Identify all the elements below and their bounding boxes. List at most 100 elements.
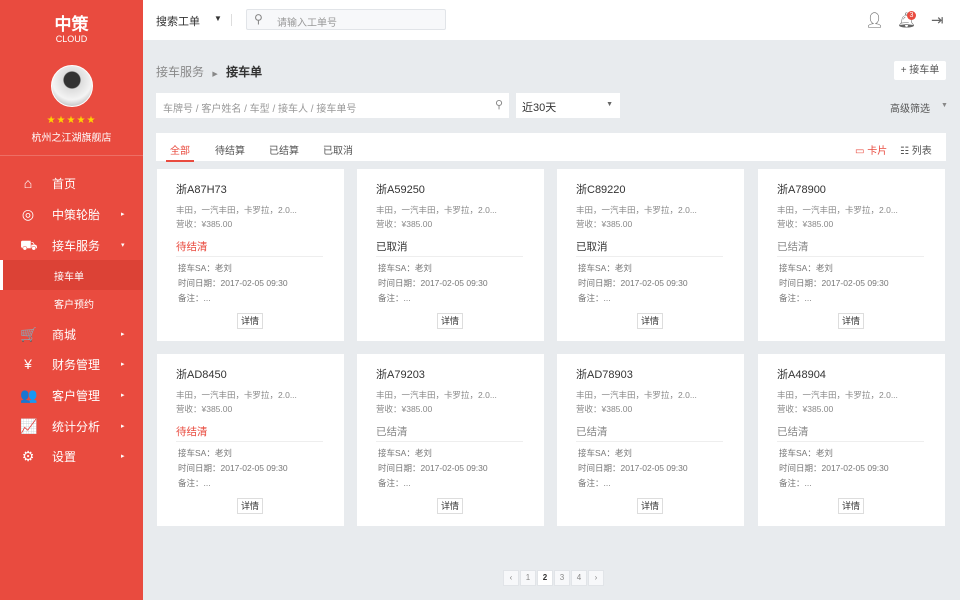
sidebar-item[interactable]: ⌂ 首页 — [0, 168, 143, 198]
details-button[interactable]: 详情 — [437, 313, 463, 329]
order-card: 浙A48904 丰田，一汽丰田，卡罗拉，2.0... 营收：¥385.00 已结… — [758, 354, 945, 526]
note: 备注：... — [378, 293, 411, 303]
caret-down-icon[interactable]: ▼ — [941, 102, 948, 109]
add-pickup-order-button[interactable]: + 接车单 — [894, 61, 946, 80]
service-advisor: 接车SA：老刘 — [578, 448, 632, 458]
chevron-icon: ▸ — [121, 423, 125, 430]
divider — [376, 441, 523, 442]
date-time: 时间日期：2017-02-05 09:30 — [378, 463, 488, 473]
details-button[interactable]: 详情 — [437, 498, 463, 514]
status-label: 待结清 — [176, 426, 208, 438]
note: 备注：... — [779, 478, 812, 488]
sidebar-item[interactable]: ⛟ 接车服务 ▾ — [0, 230, 143, 260]
next-page-button[interactable]: › — [588, 570, 604, 586]
plate-number: 浙AD8450 — [176, 369, 227, 381]
car-model: 丰田，一汽丰田，卡罗拉，2.0... — [176, 390, 297, 400]
chevron-icon: ▾ — [121, 242, 125, 249]
nav-icon: ⛟ — [20, 237, 38, 253]
nav-icon: ⌂ — [23, 175, 33, 191]
sidebar-item-label: 客户预约 — [54, 299, 94, 311]
list-view-toggle[interactable]: ☷ 列表 — [900, 142, 932, 157]
service-advisor: 接车SA：老刘 — [378, 263, 432, 273]
caret-down-icon: ▼ — [606, 101, 613, 108]
note: 备注：... — [779, 293, 812, 303]
user-icon[interactable]: 👤︎ — [865, 11, 884, 29]
search-icon[interactable]: ⚲ — [495, 98, 503, 111]
tab-cancelled[interactable]: 已取消 — [323, 142, 353, 157]
divider — [576, 441, 723, 442]
revenue: 营收：¥385.00 — [777, 219, 834, 229]
note: 备注：... — [578, 478, 611, 488]
tab-pending[interactable]: 待结算 — [215, 142, 245, 157]
nav-icon: 🛒 — [20, 326, 38, 342]
caret-down-icon[interactable]: ▼ — [214, 14, 222, 23]
car-model: 丰田，一汽丰田，卡罗拉，2.0... — [777, 390, 898, 400]
status-label: 已结清 — [777, 241, 809, 253]
list-view-label: 列表 — [911, 146, 932, 157]
plate-number: 浙A87H73 — [176, 184, 227, 196]
advanced-filter-button[interactable]: 高级筛选 — [890, 100, 930, 115]
sidebar-item[interactable]: ◎ 中策轮胎 ▸ — [0, 199, 143, 229]
date-time: 时间日期：2017-02-05 09:30 — [578, 463, 688, 473]
revenue: 营收：¥385.00 — [576, 219, 633, 229]
details-button[interactable]: 详情 — [237, 498, 263, 514]
details-button[interactable]: 详情 — [838, 498, 864, 514]
date-range-select[interactable]: 近30天 ▼ — [516, 93, 620, 118]
car-model: 丰田，一汽丰田，卡罗拉，2.0... — [376, 205, 497, 215]
order-search-input[interactable]: ⚲ 请输入工单号 — [246, 9, 446, 30]
sidebar-item[interactable]: 📈 统计分析 ▸ — [0, 411, 143, 441]
divider — [376, 256, 523, 257]
order-card: 浙A87H73 丰田，一汽丰田，卡罗拉，2.0... 营收：¥385.00 待结… — [157, 169, 344, 341]
order-card: 浙A79203 丰田，一汽丰田，卡罗拉，2.0... 营收：¥385.00 已结… — [357, 354, 544, 526]
rating-stars: ★★★★★ — [46, 115, 97, 126]
page-1[interactable]: 1 — [520, 570, 536, 586]
date-time: 时间日期：2017-02-05 09:30 — [578, 278, 688, 288]
revenue: 营收：¥385.00 — [176, 219, 233, 229]
chevron-icon: ▸ — [121, 392, 125, 399]
sidebar-item[interactable]: ¥ 财务管理 ▸ — [0, 349, 143, 379]
page-2[interactable]: 2 — [537, 570, 553, 586]
sidebar-item[interactable]: 客户预约 — [0, 288, 143, 318]
sidebar-item-label: 客户管理 — [52, 388, 101, 403]
chevron-icon: ▸ — [121, 331, 125, 338]
prev-page-button[interactable]: ‹ — [503, 570, 519, 586]
sidebar-item[interactable]: 👥 客户管理 ▸ — [0, 380, 143, 410]
logout-icon[interactable]: ⇥ — [931, 11, 944, 29]
order-card: 浙AD78903 丰田，一汽丰田，卡罗拉，2.0... 营收：¥385.00 已… — [557, 354, 744, 526]
details-button[interactable]: 详情 — [637, 313, 663, 329]
note: 备注：... — [578, 293, 611, 303]
card-icon: ▭ — [855, 146, 865, 157]
sidebar-item[interactable]: ⚙ 设置 ▸ — [0, 441, 143, 471]
date-time: 时间日期：2017-02-05 09:30 — [779, 278, 889, 288]
tab-settled[interactable]: 已结算 — [269, 142, 299, 157]
status-label: 已结清 — [376, 426, 408, 438]
card-view-label: 卡片 — [867, 146, 888, 157]
page-4[interactable]: 4 — [571, 570, 587, 586]
breadcrumb-current: 接车单 — [226, 65, 263, 79]
divider — [777, 256, 924, 257]
details-button[interactable]: 详情 — [637, 498, 663, 514]
status-label: 已结清 — [576, 426, 608, 438]
breadcrumb: 接车服务 ▶ 接车单 — [156, 63, 262, 80]
sidebar-item-label: 设置 — [52, 449, 77, 464]
store-name: 杭州之江湖旗舰店 — [31, 133, 112, 144]
details-button[interactable]: 详情 — [838, 313, 864, 329]
sidebar-item[interactable]: 接车单 — [0, 260, 143, 290]
tab-all[interactable]: 全部 — [166, 142, 194, 162]
service-advisor: 接车SA：老刘 — [178, 448, 232, 458]
status-label: 已结清 — [777, 426, 809, 438]
search-type-select[interactable]: 搜索工单 — [156, 13, 200, 29]
car-model: 丰田，一汽丰田，卡罗拉，2.0... — [376, 390, 497, 400]
sidebar-item[interactable]: 🛒 商城 ▸ — [0, 319, 143, 349]
filter-search-input[interactable]: 车牌号 / 客户姓名 / 车型 / 接车人 / 接车单号 ⚲ — [156, 93, 509, 118]
details-button[interactable]: 详情 — [237, 313, 263, 329]
service-advisor: 接车SA：老刘 — [779, 448, 833, 458]
page-3[interactable]: 3 — [554, 570, 570, 586]
card-view-toggle[interactable]: ▭ 卡片 — [855, 142, 887, 157]
sidebar-item-label: 接车单 — [54, 271, 84, 283]
breadcrumb-parent[interactable]: 接车服务 — [156, 65, 204, 79]
avatar[interactable] — [51, 65, 93, 107]
divider — [176, 256, 323, 257]
revenue: 营收：¥385.00 — [376, 404, 433, 414]
nav-icon: 📈 — [20, 418, 38, 434]
